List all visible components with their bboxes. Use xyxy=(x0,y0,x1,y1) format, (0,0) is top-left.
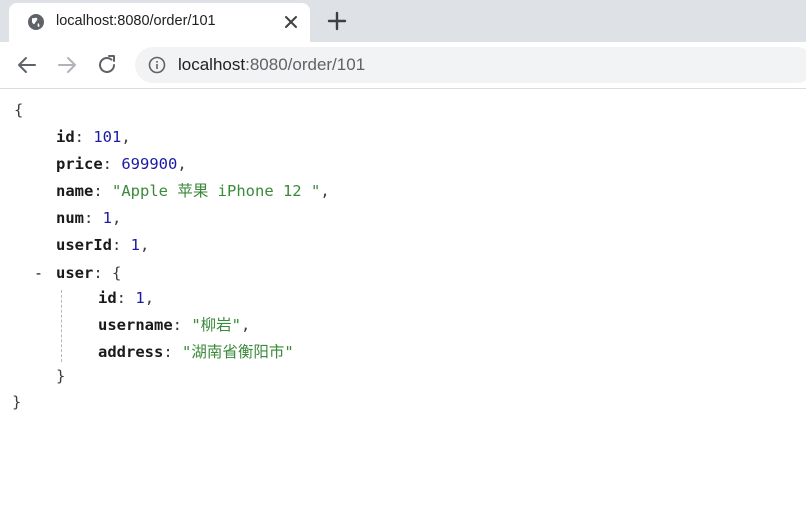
json-key: address xyxy=(98,343,164,361)
json-field: userId: 1, xyxy=(56,236,150,254)
address-bar[interactable]: localhost:8080/order/101 xyxy=(135,47,806,83)
close-icon[interactable] xyxy=(281,12,301,32)
arrow-left-icon[interactable] xyxy=(15,53,39,77)
json-value: 1 xyxy=(135,289,145,307)
json-open-brace: { xyxy=(14,101,24,119)
globe-icon xyxy=(28,14,44,30)
json-field: username: "柳岩", xyxy=(98,316,251,334)
json-value: "柳岩" xyxy=(191,316,241,334)
json-key: username xyxy=(98,316,173,334)
reload-icon[interactable] xyxy=(95,53,119,77)
url-text[interactable]: localhost:8080/order/101 xyxy=(178,55,365,75)
json-key: num xyxy=(56,209,84,227)
tab-active[interactable]: localhost:8080/order/101 xyxy=(9,3,310,42)
json-key: userId xyxy=(56,236,112,254)
json-key: price xyxy=(56,155,103,173)
url-path: :8080/order/101 xyxy=(245,55,366,74)
json-value: 101 xyxy=(93,128,122,146)
json-field: address: "湖南省衡阳市" xyxy=(98,343,294,361)
json-value: "湖南省衡阳市" xyxy=(182,343,294,361)
json-value: 1 xyxy=(102,209,113,227)
json-close-brace: } xyxy=(12,393,22,411)
url-host: localhost xyxy=(178,55,246,74)
json-key: name xyxy=(56,182,94,200)
arrow-right-icon[interactable] xyxy=(55,53,79,77)
json-object-close: } xyxy=(56,367,66,385)
info-icon[interactable] xyxy=(148,56,166,74)
json-field: id: 1, xyxy=(98,289,155,307)
json-value: "Apple 苹果 iPhone 12 " xyxy=(112,182,321,200)
collapse-toggle[interactable]: - xyxy=(34,262,46,284)
json-field: num: 1, xyxy=(56,209,122,227)
indent-guide xyxy=(61,290,62,362)
json-object-user: user: { xyxy=(56,264,122,282)
tab-strip: localhost:8080/order/101 xyxy=(0,0,806,42)
json-field: price: 699900, xyxy=(56,155,187,173)
json-value: 699900 xyxy=(121,155,178,173)
json-key: id xyxy=(56,128,75,146)
plus-icon[interactable] xyxy=(326,10,348,32)
json-key: user xyxy=(56,264,94,282)
json-value: 1 xyxy=(130,236,141,254)
json-field: id: 101, xyxy=(56,128,131,146)
json-viewer: { id: 101, price: 699900, name: "Apple 苹… xyxy=(0,90,806,512)
json-key: id xyxy=(98,289,117,307)
tab-title: localhost:8080/order/101 xyxy=(56,13,216,29)
json-field: name: "Apple 苹果 iPhone 12 ", xyxy=(56,182,330,200)
toolbar: localhost:8080/order/101 xyxy=(0,42,806,89)
